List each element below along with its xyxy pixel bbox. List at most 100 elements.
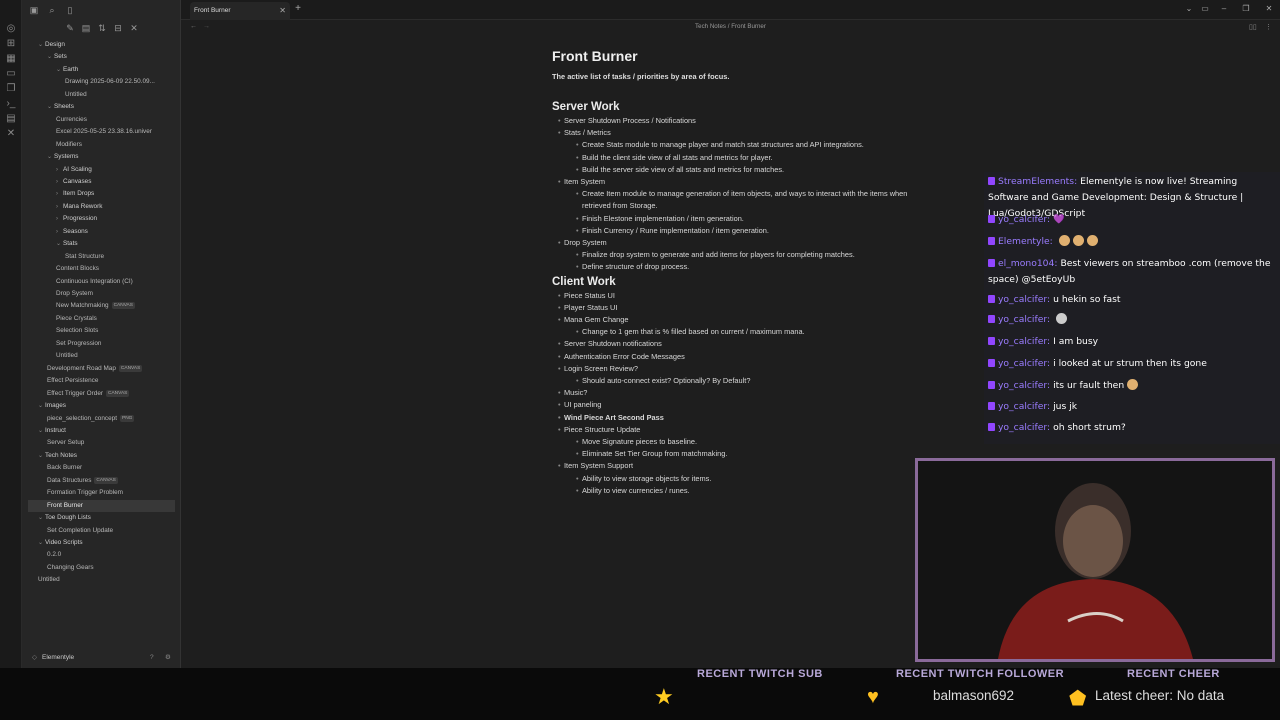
tree-file[interactable]: Currencies: [28, 114, 175, 126]
chevron-down-icon[interactable]: ⌄: [38, 450, 45, 462]
tree-file[interactable]: Formation Trigger Problem: [28, 487, 175, 499]
reading-view-icon[interactable]: ▯▯: [1249, 23, 1257, 31]
window-close-icon[interactable]: ✕: [1263, 4, 1275, 13]
settings-icon[interactable]: ⚙: [165, 650, 171, 666]
tree-file[interactable]: Front Burner: [28, 499, 175, 512]
search-icon[interactable]: ⌕: [46, 4, 58, 16]
more-options-icon[interactable]: ⋮: [1265, 23, 1272, 31]
tools-icon[interactable]: ✕: [5, 129, 17, 139]
tree-folder[interactable]: ⌄ Sheets: [28, 101, 175, 113]
tree-file[interactable]: Changing Gears: [28, 562, 175, 574]
tree-file[interactable]: Drop System: [28, 288, 175, 300]
chat-username[interactable]: yo_calcifer:: [998, 314, 1050, 325]
tree-file[interactable]: Server Setup: [28, 437, 175, 449]
chat-username[interactable]: yo_calcifer:: [998, 358, 1050, 369]
tree-file[interactable]: Development Road Map CANVAS: [28, 363, 175, 375]
copy-icon[interactable]: ❐: [5, 84, 17, 94]
sort-icon[interactable]: ⇅: [96, 22, 108, 34]
tree-file[interactable]: Content Blocks: [28, 263, 175, 275]
tree-folder[interactable]: ⌄ Video Scripts: [28, 537, 175, 549]
tree-folder[interactable]: ⌄ Design: [28, 39, 175, 51]
tree-file[interactable]: Excel 2025-05-25 23.38.16.univer: [28, 126, 175, 138]
calendar-icon[interactable]: ▭: [5, 69, 17, 79]
close-all-icon[interactable]: ✕: [128, 22, 140, 34]
minimize-icon[interactable]: –: [1218, 4, 1230, 13]
tree-folder[interactable]: › Mana Rework: [28, 201, 175, 213]
new-folder-icon[interactable]: ▤: [80, 22, 92, 34]
chevron-down-icon[interactable]: ⌄: [1183, 4, 1195, 13]
chat-username[interactable]: el_mono104:: [998, 258, 1057, 269]
vault-switcher[interactable]: ◇ Elementyle ? ⚙: [22, 650, 181, 666]
breadcrumb-folder[interactable]: Tech Notes: [695, 23, 726, 30]
chevron-down-icon[interactable]: ⌄: [47, 101, 54, 113]
chevron-right-icon[interactable]: ›: [56, 188, 63, 200]
chevron-right-icon[interactable]: ›: [56, 213, 63, 225]
tree-folder[interactable]: ⌄ Systems: [28, 151, 175, 163]
tree-folder[interactable]: › Progression: [28, 213, 175, 225]
grid-icon[interactable]: ▦: [5, 54, 17, 64]
close-icon[interactable]: ✕: [279, 2, 286, 20]
chevron-down-icon[interactable]: ⌄: [38, 512, 45, 524]
tree-folder[interactable]: › AI Scaling: [28, 164, 175, 176]
tree-file[interactable]: Untitled: [28, 350, 175, 362]
tree-file[interactable]: Modifiers: [28, 139, 175, 151]
template-icon[interactable]: ▤: [5, 114, 17, 124]
help-icon[interactable]: ?: [150, 650, 154, 666]
tree-file[interactable]: Continuous Integration (CI): [28, 276, 175, 288]
tree-file[interactable]: Effect Persistence: [28, 375, 175, 387]
folder-icon[interactable]: ▣: [28, 4, 40, 16]
tree-folder[interactable]: › Item Drops: [28, 188, 175, 200]
tree-file[interactable]: Drawing 2025-06-09 22.50.09...: [28, 76, 175, 88]
chat-username[interactable]: yo_calcifer:: [998, 401, 1050, 412]
tree-file[interactable]: Untitled: [28, 89, 175, 101]
terminal-icon[interactable]: ›_: [5, 99, 17, 109]
bookmark-icon[interactable]: ▯: [64, 4, 76, 16]
tree-file[interactable]: Selection Slots: [28, 325, 175, 337]
tree-folder[interactable]: › Canvases: [28, 176, 175, 188]
tree-file[interactable]: Data Structures CANVAS: [28, 475, 175, 487]
tree-file[interactable]: New Matchmaking CANVAS: [28, 300, 175, 312]
chat-username[interactable]: yo_calcifer:: [998, 294, 1050, 305]
tree-folder[interactable]: ⌄ Instruct: [28, 425, 175, 437]
graph-icon[interactable]: ◎: [5, 24, 17, 34]
chevron-right-icon[interactable]: ›: [56, 164, 63, 176]
chevron-down-icon[interactable]: ⌄: [38, 425, 45, 437]
tree-file[interactable]: Set Completion Update: [28, 525, 175, 537]
chevron-down-icon[interactable]: ⌄: [56, 64, 63, 76]
chevron-down-icon[interactable]: ⌄: [56, 238, 63, 250]
tree-folder[interactable]: ⌄ Tech Notes: [28, 450, 175, 462]
chevron-down-icon[interactable]: ⌄: [38, 537, 45, 549]
chat-username[interactable]: yo_calcifer:: [998, 380, 1050, 391]
chat-username[interactable]: yo_calcifer:: [998, 336, 1050, 347]
sidebar-toggle-icon[interactable]: ▭: [1199, 4, 1211, 13]
tree-folder[interactable]: ⌄ Sets: [28, 51, 175, 63]
tree-file[interactable]: Set Progression: [28, 338, 175, 350]
chat-username[interactable]: StreamElements:: [998, 176, 1077, 187]
tab-front-burner[interactable]: Front Burner ✕: [190, 2, 290, 20]
chevron-down-icon[interactable]: ⌄: [47, 51, 54, 63]
chevron-down-icon[interactable]: ⌄: [47, 151, 54, 163]
tree-file[interactable]: 0.2.0: [28, 549, 175, 561]
collapse-icon[interactable]: ⊟: [112, 22, 124, 34]
chevron-down-icon[interactable]: ⌄: [38, 400, 45, 412]
tree-file[interactable]: Stat Structure: [28, 251, 175, 263]
tree-file[interactable]: Untitled: [28, 574, 175, 586]
chat-username[interactable]: yo_calcifer:: [998, 214, 1050, 225]
new-tab-icon[interactable]: +: [292, 3, 304, 14]
chevron-right-icon[interactable]: ›: [56, 201, 63, 213]
chevron-right-icon[interactable]: ›: [56, 226, 63, 238]
new-note-icon[interactable]: ✎: [64, 22, 76, 34]
tree-file[interactable]: Effect Trigger Order CANVAS: [28, 388, 175, 400]
restore-icon[interactable]: ❐: [1240, 4, 1252, 13]
tree-folder[interactable]: ⌄ Stats: [28, 238, 175, 250]
tree-file[interactable]: Piece Crystals: [28, 313, 175, 325]
tree-folder[interactable]: ⌄ Earth: [28, 64, 175, 76]
tree-folder[interactable]: › Seasons: [28, 226, 175, 238]
tree-folder[interactable]: ⌄ Images: [28, 400, 175, 412]
chevron-down-icon[interactable]: ⌄: [38, 39, 45, 51]
chat-username[interactable]: yo_calcifer:: [998, 422, 1050, 433]
tree-file[interactable]: Back Burner: [28, 462, 175, 474]
chevron-right-icon[interactable]: ›: [56, 176, 63, 188]
chat-username[interactable]: Elementyle:: [998, 236, 1053, 247]
tree-file[interactable]: piece_selection_concept PNG: [28, 413, 175, 425]
